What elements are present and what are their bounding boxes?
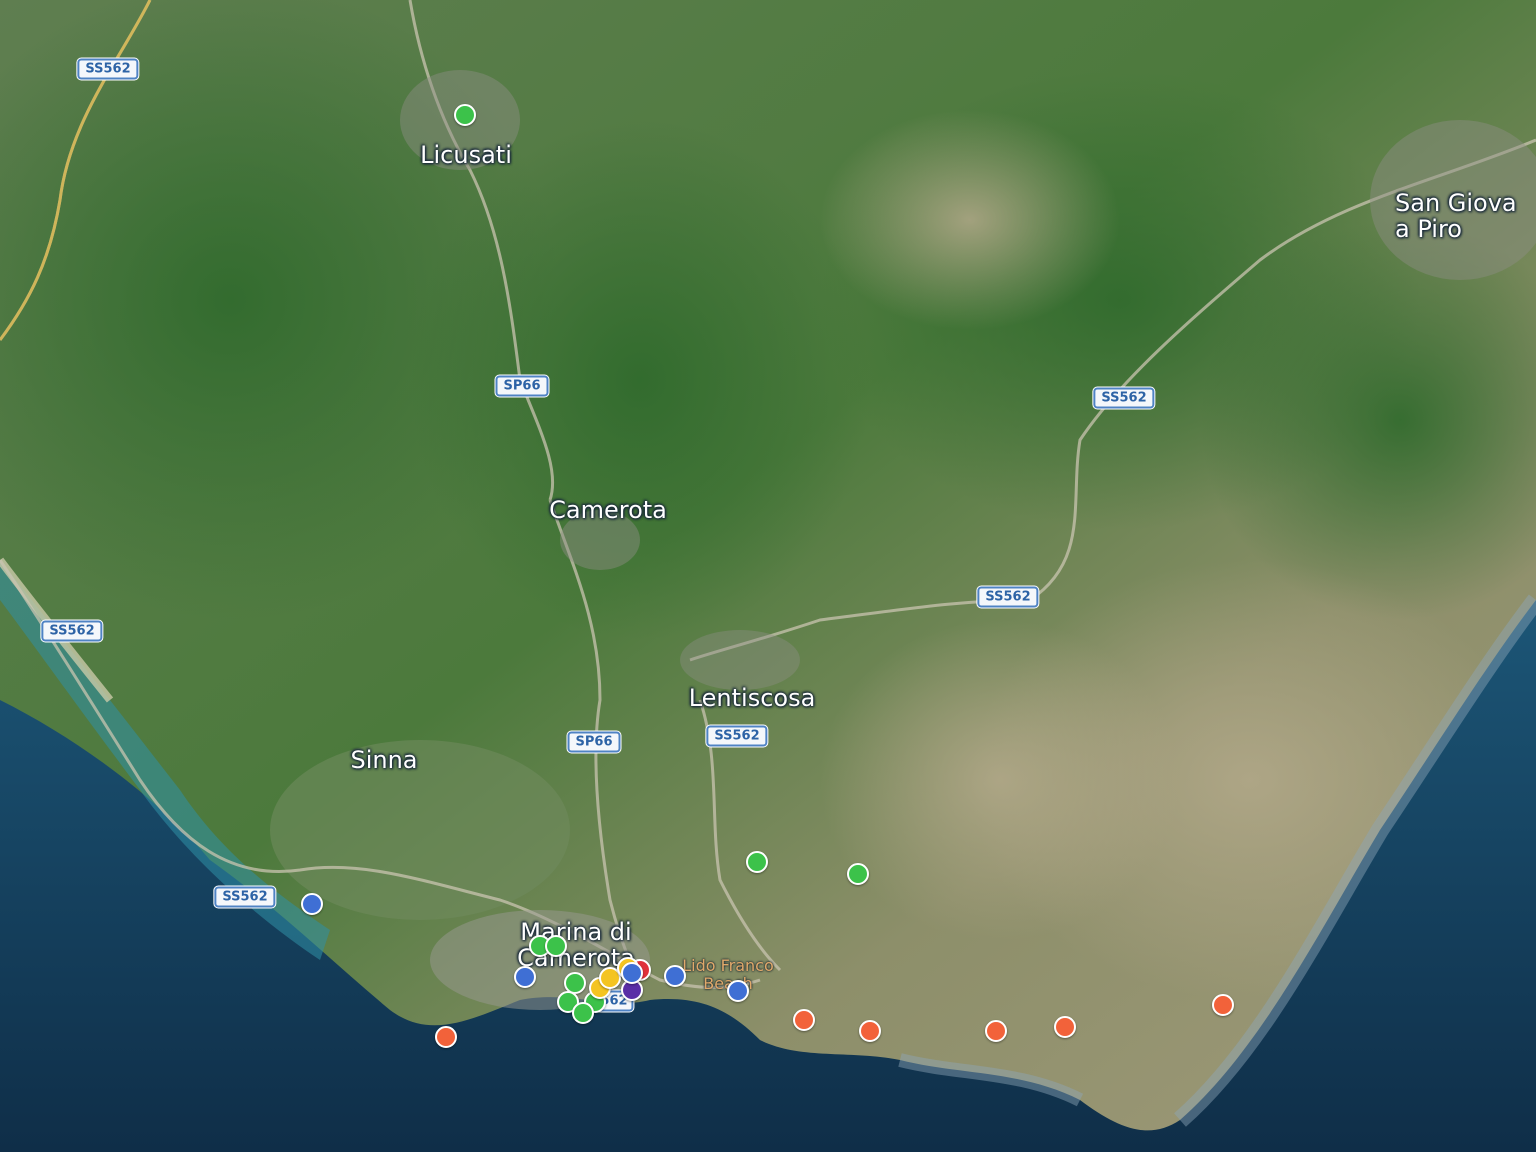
place-label-san-giovanni-a-piro: San Giova a Piro <box>1395 189 1517 243</box>
map-marker-blue[interactable] <box>621 962 643 984</box>
map-marker-orange[interactable] <box>1212 994 1234 1016</box>
map-marker-blue[interactable] <box>727 980 749 1002</box>
map-marker-orange[interactable] <box>859 1020 881 1042</box>
map-marker-blue[interactable] <box>664 965 686 987</box>
map-marker-orange[interactable] <box>435 1026 457 1048</box>
map-marker-blue[interactable] <box>301 893 323 915</box>
road-shield: SP66 <box>495 375 549 397</box>
map-view[interactable]: Licusati Camerota Lentiscosa Sinna Marin… <box>0 0 1536 1152</box>
map-marker-green[interactable] <box>572 1002 594 1024</box>
road-shield: SS562 <box>41 620 103 642</box>
road-shield: SS562 <box>706 725 768 747</box>
map-marker-green[interactable] <box>545 935 567 957</box>
road-shield: SS562 <box>77 58 139 80</box>
place-label-sinna: Sinna <box>350 746 418 774</box>
road-shield: SS562 <box>977 586 1039 608</box>
map-marker-green[interactable] <box>847 863 869 885</box>
place-label-lentiscosa: Lentiscosa <box>688 684 816 712</box>
place-label-licusati: Licusati <box>420 141 512 169</box>
road-shield: SS562 <box>1093 387 1155 409</box>
map-marker-orange[interactable] <box>793 1009 815 1031</box>
map-marker-orange[interactable] <box>1054 1016 1076 1038</box>
road-shield: SS562 <box>214 886 276 908</box>
map-marker-green[interactable] <box>454 104 476 126</box>
map-marker-blue[interactable] <box>514 966 536 988</box>
map-marker-green[interactable] <box>746 851 768 873</box>
map-marker-orange[interactable] <box>985 1020 1007 1042</box>
road-shield: SP66 <box>567 731 621 753</box>
place-label-camerota: Camerota <box>549 496 667 524</box>
